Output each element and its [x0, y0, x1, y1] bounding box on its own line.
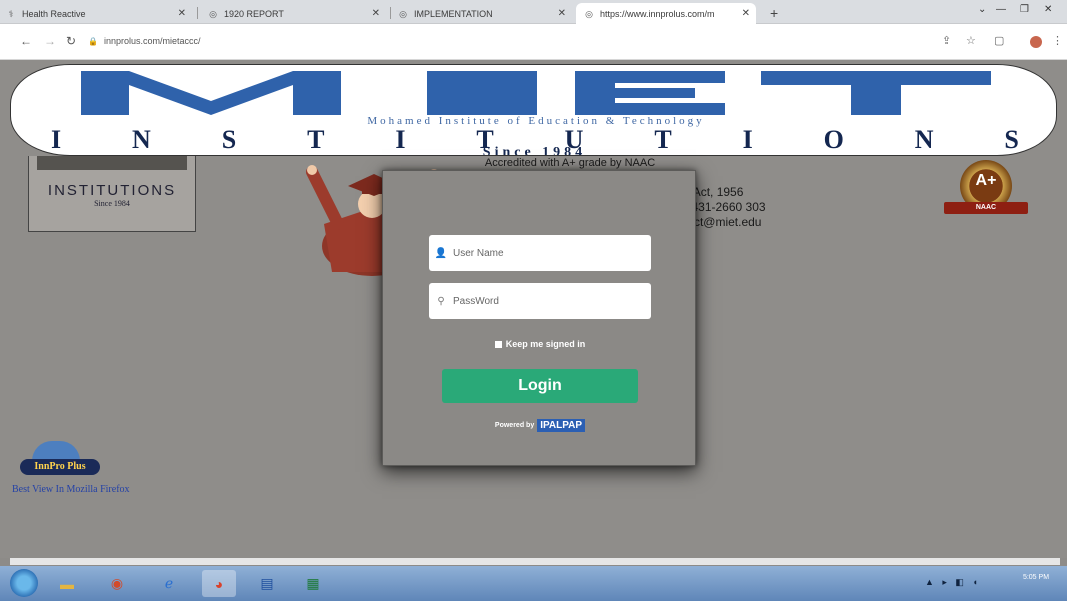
key-icon: ⚲ — [437, 295, 445, 307]
chart-icon — [32, 441, 80, 461]
profile-avatar[interactable] — [1030, 36, 1042, 48]
powered-by: Powered by IPALPAP — [383, 419, 697, 432]
innpro-label: InnPro Plus — [20, 459, 100, 475]
tab-separator — [197, 7, 198, 19]
start-button[interactable] — [10, 569, 38, 597]
share-icon[interactable]: ⇪ — [942, 34, 951, 47]
url-text: innprolus.com/mietaccc/ — [103, 36, 201, 46]
sidebar-icon[interactable]: ▢ — [994, 34, 1004, 47]
close-icon[interactable]: ✕ — [558, 8, 566, 19]
folder-icon[interactable]: ▬ — [50, 570, 84, 597]
globe-icon: ◎ — [585, 8, 593, 19]
remember-checkbox[interactable] — [494, 340, 502, 348]
banner-since: Since 1984 — [482, 145, 587, 156]
close-icon[interactable]: ✕ — [742, 8, 750, 19]
new-tab-button[interactable]: + — [770, 5, 778, 21]
chrome-icon[interactable]: ◕ — [202, 570, 236, 597]
health-icon: ⚕ — [8, 8, 14, 19]
login-button[interactable]: Login — [442, 369, 638, 403]
close-icon[interactable]: ✕ — [178, 8, 186, 19]
tab-health-reactive[interactable]: ⚕ Health Reactive ✕ — [6, 3, 186, 24]
word-icon[interactable]: ▤ — [250, 570, 284, 597]
media-player-icon[interactable]: ◉ — [100, 570, 134, 597]
password-field-wrapper: ⚲ — [429, 283, 651, 319]
miet-banner: Mohamed Institute of Education & Technol… — [10, 64, 1057, 156]
tab-implementation[interactable]: ◎ IMPLEMENTATION ✕ — [398, 3, 566, 24]
powered-by-brand[interactable]: IPALPAP — [537, 419, 586, 432]
naac-grade: A+ — [975, 172, 997, 189]
excel-icon[interactable]: ▦ — [296, 570, 330, 597]
globe-icon: ◎ — [209, 8, 217, 19]
star-icon[interactable]: ☆ — [966, 34, 976, 47]
innpro-plus-logo: InnPro Plus — [20, 441, 102, 481]
powered-by-label: Powered by — [494, 422, 535, 429]
institution-logo: INSTITUTIONS Since 1984 — [28, 156, 196, 232]
login-panel: 👤 ⚲ Keep me signed in Login Powered by I… — [382, 170, 696, 466]
tab-label: https://www.innprolus.com/m — [600, 8, 715, 19]
ie-icon[interactable]: ℯ — [152, 570, 186, 597]
url-field[interactable]: 🔒 innprolus.com/mietaccc/ — [88, 33, 928, 49]
page-content: Mohamed Institute of Education & Technol… — [0, 60, 1067, 565]
username-input[interactable] — [453, 247, 643, 259]
browser-tab-bar: ⚕ Health Reactive ✕ ◎ 1920 REPORT ✕ ◎ IM… — [0, 0, 1067, 24]
user-icon: 👤 — [434, 247, 448, 259]
logo-bars — [37, 156, 187, 170]
globe-icon: ◎ — [399, 8, 407, 19]
maximize-icon[interactable]: ❐ — [1020, 4, 1029, 15]
tab-label: Health Reactive — [22, 8, 86, 19]
remember-label: Keep me signed in — [505, 339, 586, 349]
miet-logo-letters — [81, 71, 991, 115]
forward-icon[interactable]: → — [44, 34, 56, 48]
tab-1920-report[interactable]: ◎ 1920 REPORT ✕ — [208, 3, 380, 24]
clock[interactable]: 5:05 PM — [1008, 573, 1064, 583]
system-tray-icons[interactable]: ▲ ▸ ◧ ◖ — [925, 577, 981, 588]
naac-badge: A+ NAAC — [944, 160, 1028, 220]
tab-innprolus[interactable]: ◎ https://www.innprolus.com/m ✕ — [576, 3, 756, 24]
logo-institutions: INSTITUTIONS — [47, 182, 177, 199]
password-input[interactable] — [453, 295, 643, 307]
close-icon[interactable]: ✕ — [372, 8, 380, 19]
chevron-down-icon[interactable]: ⌄ — [978, 4, 986, 15]
remember-me[interactable]: Keep me signed in — [383, 339, 697, 349]
tab-separator — [390, 7, 391, 19]
close-window-icon[interactable]: ✕ — [1044, 4, 1052, 15]
username-field-wrapper: 👤 — [429, 235, 651, 271]
naac-label: NAAC — [975, 204, 997, 211]
lock-icon: 🔒 — [88, 36, 98, 46]
tab-label: IMPLEMENTATION — [414, 8, 493, 19]
windows-taskbar: ▬ ◉ ℯ ◕ ▤ ▦ ▲ ▸ ◧ ◖ 5:05 PM — [0, 566, 1067, 601]
back-icon[interactable]: ← — [20, 34, 32, 48]
horizontal-scrollbar[interactable] — [10, 558, 1060, 565]
menu-icon[interactable]: ⋮ — [1052, 34, 1063, 47]
best-view-note: Best View In Mozilla Firefox — [12, 484, 130, 495]
logo-since: Since 1984 — [94, 199, 130, 208]
reload-icon[interactable]: ↻ — [66, 34, 76, 48]
minimize-icon[interactable]: — — [996, 4, 1006, 15]
tab-label: 1920 REPORT — [224, 8, 284, 19]
address-bar: ← → ↻ 🔒 innprolus.com/mietaccc/ ⇪ ☆ ▢ ⋮ — [0, 24, 1067, 60]
